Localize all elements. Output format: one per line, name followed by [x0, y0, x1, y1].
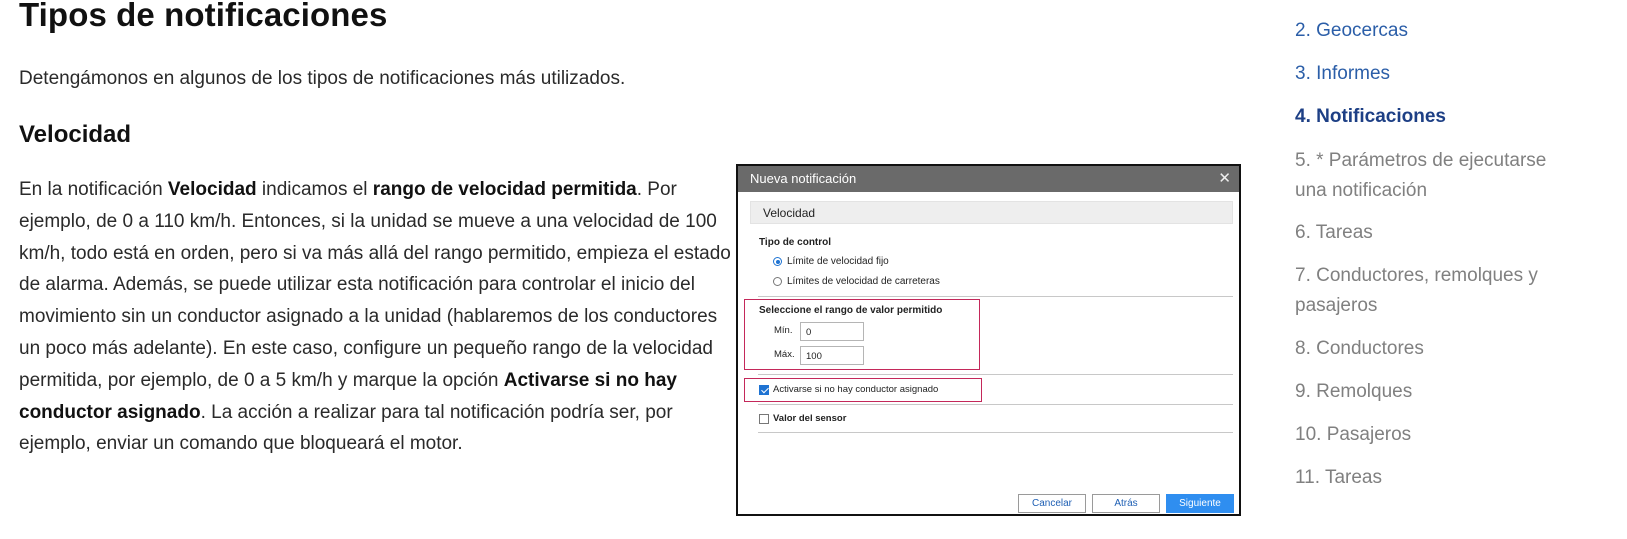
toc-item-conductores[interactable]: 8. Conductores — [1295, 334, 1625, 364]
radio-selected-icon[interactable] — [773, 257, 782, 266]
checkbox-label: Valor del sensor — [773, 413, 847, 424]
back-button[interactable]: Atrás — [1092, 494, 1160, 513]
paragraph-text: . Por ejemplo, de 0 a 110 km/h. Entonces… — [19, 179, 731, 391]
paragraph-text: En la notificación — [19, 179, 168, 200]
max-label: Máx. — [774, 349, 795, 360]
toc-item-geocercas[interactable]: 2. Geocercas — [1295, 16, 1625, 46]
min-input[interactable]: 0 — [800, 322, 864, 341]
dialog-title: Nueva notificación — [750, 171, 857, 186]
divider — [758, 404, 1233, 405]
paragraph-bold: Velocidad — [167, 179, 257, 200]
toc-item-parametros[interactable]: 5. * Parámetros de ejecutarse una notifi… — [1295, 146, 1625, 205]
toc-item-conductores-remolques[interactable]: 7. Conductores, remolques y pasajeros — [1295, 261, 1625, 320]
toc-item-notificaciones[interactable]: 4. Notificaciones — [1295, 102, 1625, 132]
toc-item-tareas[interactable]: 6. Tareas — [1295, 218, 1625, 248]
toc-item-label: 3. Informes — [1295, 63, 1391, 84]
toc-item-label-line2: una notificación — [1295, 179, 1428, 201]
toc-item-label: 11. Tareas — [1295, 467, 1382, 488]
toc-item-label: 8. Conductores — [1295, 338, 1424, 359]
sensor-checkbox[interactable]: Valor del sensor — [759, 413, 846, 424]
toc-item-label: 2. Geocercas — [1295, 20, 1408, 41]
intro-text: Detengámonos en algunos de los tipos de … — [19, 68, 626, 89]
min-label: Mín. — [774, 325, 793, 336]
divider — [758, 296, 1233, 297]
toc-item-label: 7. Conductores, remolques y — [1295, 265, 1538, 286]
divider — [758, 374, 1233, 375]
paragraph-text: indicamos el — [256, 179, 373, 200]
toc-item-label: 5. * Parámetros de ejecutarse — [1295, 150, 1547, 171]
no-driver-checkbox[interactable]: Activarse si no hay conductor asignado — [759, 384, 938, 395]
next-button[interactable]: Siguiente — [1166, 494, 1234, 513]
page-title: Tipos de notificaciones — [19, 0, 388, 33]
toc-item-label: 4. Notificaciones — [1295, 106, 1446, 127]
toc-item-label: 10. Pasajeros — [1295, 424, 1412, 445]
toc-item-pasajeros[interactable]: 10. Pasajeros — [1295, 420, 1625, 450]
control-type-label: Tipo de control — [759, 237, 832, 248]
toc-item-tareas-2[interactable]: 11. Tareas — [1295, 463, 1625, 493]
toc-item-label: 9. Remolques — [1295, 381, 1413, 402]
section-paragraph: En la notificación Velocidad indicamos e… — [19, 174, 739, 460]
notification-dialog-screenshot: Nueva notificación ✕ Velocidad Tipo de c… — [736, 164, 1241, 516]
radio-fixed-limit[interactable]: Límite de velocidad fijo — [773, 256, 889, 267]
paragraph-bold: rango de velocidad permitida — [372, 179, 637, 200]
min-value: 0 — [806, 327, 812, 338]
checkbox-label: Activarse si no hay conductor asignado — [773, 384, 939, 395]
dialog-titlebar: Nueva notificación ✕ — [738, 166, 1239, 192]
toc-item-informes[interactable]: 3. Informes — [1295, 59, 1625, 89]
checkbox-checked-icon[interactable] — [759, 384, 769, 395]
range-label: Seleccione el rango de valor permitido — [759, 305, 943, 316]
radio-road-limits[interactable]: Límites de velocidad de carreteras — [773, 276, 940, 287]
close-icon[interactable]: ✕ — [1218, 169, 1231, 187]
radio-label: Límites de velocidad de carreteras — [787, 276, 940, 287]
max-value: 100 — [806, 351, 822, 362]
toc-item-label-line2: pasajeros — [1295, 294, 1378, 316]
section-header-label: Velocidad — [763, 206, 816, 220]
toc-item-label: 6. Tareas — [1295, 222, 1373, 243]
divider — [758, 432, 1233, 433]
max-input[interactable]: 100 — [800, 346, 864, 365]
checkbox-unchecked-icon[interactable] — [759, 413, 769, 424]
dialog-section-header: Velocidad — [750, 201, 1233, 224]
radio-label: Límite de velocidad fijo — [787, 256, 889, 267]
radio-unselected-icon[interactable] — [773, 277, 782, 286]
toc-item-remolques[interactable]: 9. Remolques — [1295, 377, 1625, 407]
section-title: Velocidad — [19, 121, 132, 148]
cancel-button[interactable]: Cancelar — [1018, 494, 1086, 513]
